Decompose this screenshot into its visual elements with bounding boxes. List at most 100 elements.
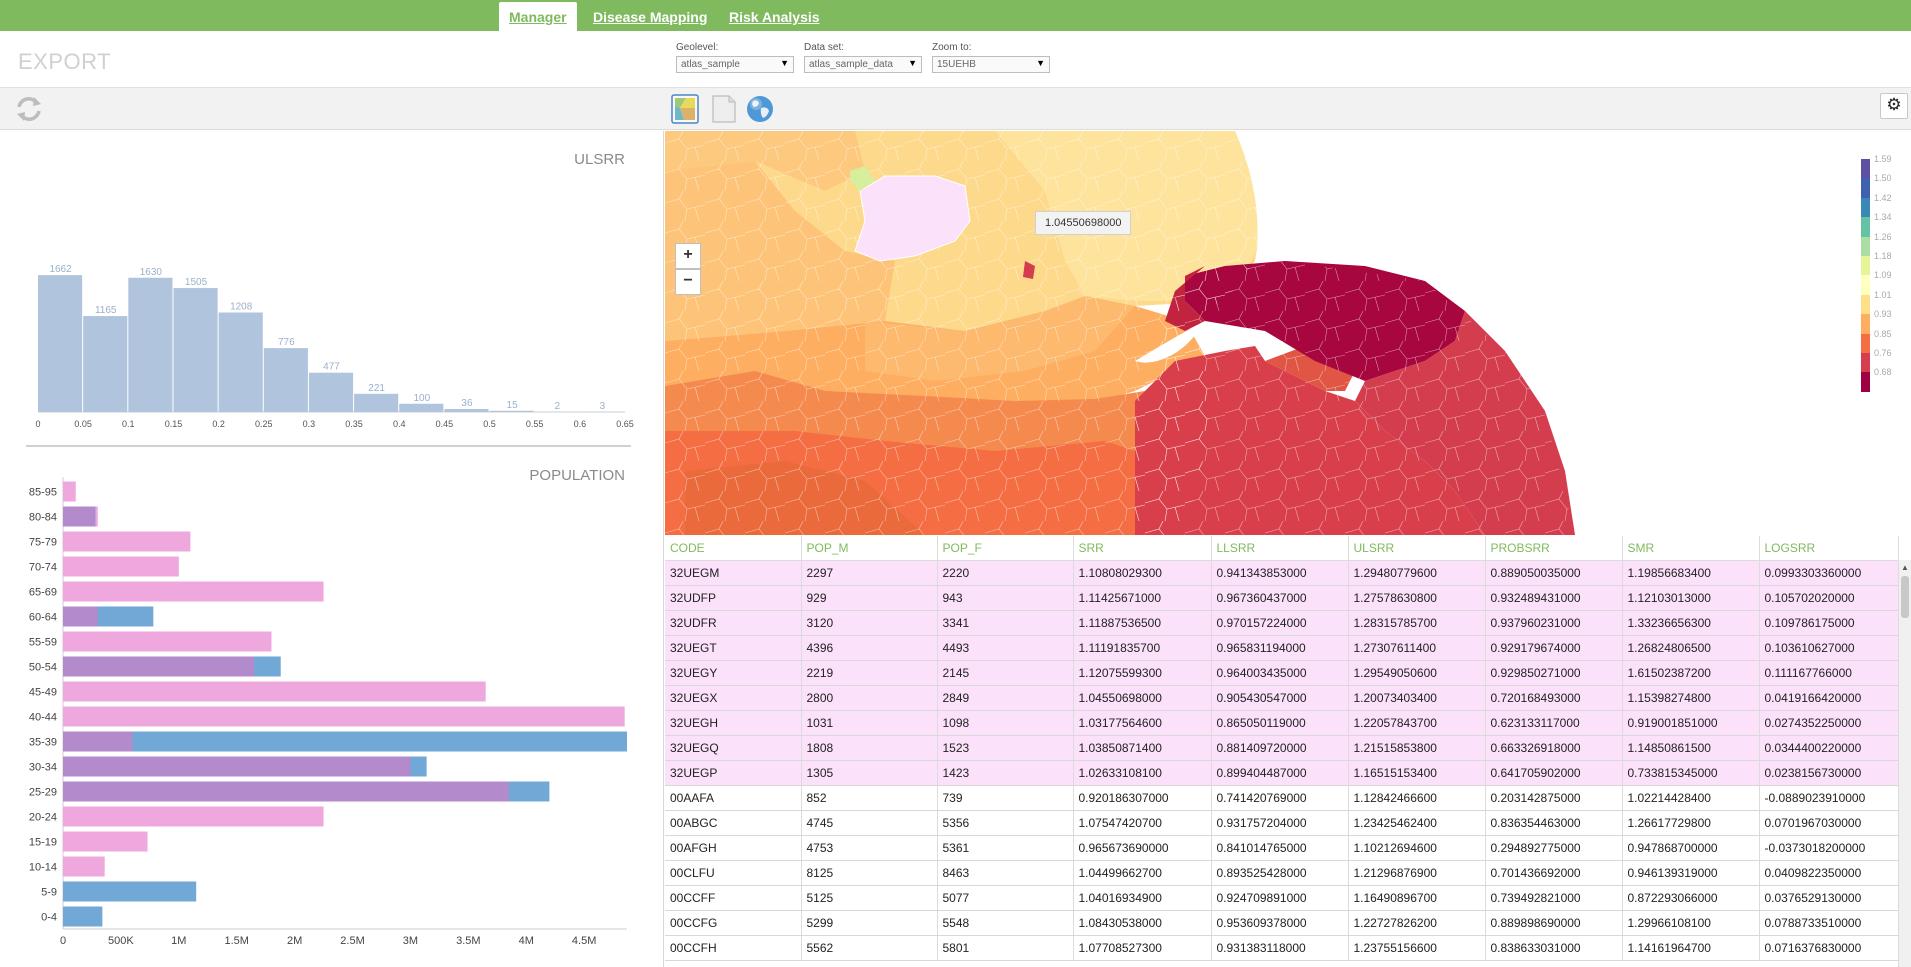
population-bar-female[interactable] xyxy=(63,531,191,552)
column-header-smr[interactable]: SMR xyxy=(1622,536,1760,561)
table-row[interactable]: 32UEGT 4396 4493 1.11191835700 0.96583119400… xyxy=(665,635,1899,661)
table-row[interactable]: 32UEGM 2297 2220 1.10808029300 0.94134385300… xyxy=(665,560,1899,586)
population-bar-female[interactable] xyxy=(63,831,148,852)
population-bar-male[interactable] xyxy=(63,731,627,752)
dataset-select[interactable]: atlas_sample_data ▼ xyxy=(804,56,922,73)
choropleth-map[interactable]: + − 1.04550698000 1.59 1.50 1.42 1.34 1.26 1.… xyxy=(665,131,1911,535)
histogram-tick-label: 0.35 xyxy=(345,419,363,429)
population-bar-female[interactable] xyxy=(63,581,324,602)
zoom-in-button[interactable]: + xyxy=(675,243,701,269)
refresh-button[interactable] xyxy=(14,94,44,124)
column-header-pop-m[interactable]: POP_M xyxy=(801,536,938,561)
geolevel-select[interactable]: atlas_sample ▼ xyxy=(676,56,794,73)
histogram-bar[interactable] xyxy=(83,316,128,412)
legend-label: 1.18 xyxy=(1874,250,1892,261)
population-bar-female[interactable] xyxy=(63,806,324,827)
table-row[interactable]: 00CCFH 5562 5801 1.07708527300 0.93138311800… xyxy=(665,935,1899,961)
document-view-button[interactable] xyxy=(710,94,738,124)
population-bar-overlap[interactable] xyxy=(63,656,255,677)
population-bar-male[interactable] xyxy=(63,906,103,927)
column-header-pop-f[interactable]: POP_F xyxy=(937,536,1074,561)
header: EXPORT Geolevel: atlas_sample ▼ Data set… xyxy=(0,31,1911,88)
population-bar-overlap[interactable] xyxy=(63,731,133,752)
population-bar-female[interactable] xyxy=(63,631,272,652)
table-row[interactable]: 00AFGH 4753 5361 0.965673690000 0.8410147650… xyxy=(665,835,1899,861)
table-row[interactable]: 32UEGX 2800 2849 1.04550698000 0.90543054700… xyxy=(665,685,1899,711)
histogram-bar[interactable] xyxy=(399,403,444,412)
histogram-bar[interactable] xyxy=(218,312,263,412)
legend-label: 0.93 xyxy=(1874,309,1892,320)
table-cell: 32UEGH xyxy=(665,710,802,736)
table-row[interactable]: 32UDFP 929 943 1.11425671000 0.967360437000 1… xyxy=(665,585,1899,611)
table-cell: 0.932489431000 xyxy=(1485,585,1623,611)
population-bar-overlap[interactable] xyxy=(63,781,509,802)
population-bar-overlap[interactable] xyxy=(63,756,411,777)
histogram-bar-label: 15 xyxy=(507,400,519,411)
population-bar-male[interactable] xyxy=(63,881,197,902)
histogram-bar[interactable] xyxy=(263,348,308,412)
table-row[interactable]: 00CLFU 8125 8463 1.04499662700 0.89352542800… xyxy=(665,860,1899,886)
population-bar-overlap[interactable] xyxy=(63,606,98,627)
scroll-up-icon[interactable]: ▲ xyxy=(1901,563,1909,572)
table-cell: 0.899404487000 xyxy=(1211,760,1349,786)
histogram-bar[interactable] xyxy=(38,275,83,412)
table-row[interactable]: 00CCFG 5299 5548 1.08430538000 0.95360937800… xyxy=(665,910,1899,936)
table-row[interactable]: 32UEGQ 1808 1523 1.03850871400 0.88140972000… xyxy=(665,735,1899,761)
table-row[interactable]: 00AAFA 852 739 0.920186307000 0.741420769000… xyxy=(665,785,1899,811)
settings-button[interactable]: ⚙ xyxy=(1880,93,1908,119)
table-cell: 852 xyxy=(801,785,938,811)
table-scrollbar[interactable]: ▲ xyxy=(1898,560,1911,967)
table-cell: 00CLFU xyxy=(665,860,802,886)
table-row[interactable]: 00CCFF 5125 5077 1.04016934900 0.92470989100… xyxy=(665,885,1899,911)
column-header-probsrr[interactable]: PROBSRR xyxy=(1485,536,1623,561)
table-cell: 0.0993303360000 xyxy=(1759,560,1899,586)
chevron-down-icon: ▼ xyxy=(908,58,917,68)
table-cell: 0.836354463000 xyxy=(1485,810,1623,836)
table-cell: 1.22727826200 xyxy=(1348,910,1486,936)
table-row[interactable]: 32UEGH 1031 1098 1.03177564600 0.86505011900… xyxy=(665,710,1899,736)
scrollbar-thumb[interactable] xyxy=(1901,576,1909,618)
histogram-bar-label: 1505 xyxy=(185,277,208,288)
choropleth-view-button[interactable] xyxy=(671,94,699,124)
histogram-bar[interactable] xyxy=(354,393,399,412)
tab-manager[interactable]: Manager xyxy=(499,2,577,31)
histogram-bar[interactable] xyxy=(308,372,354,412)
population-bar-female[interactable] xyxy=(63,706,625,727)
histogram-bar[interactable] xyxy=(173,288,218,412)
column-header-code[interactable]: CODE xyxy=(665,536,802,561)
legend-swatch xyxy=(1861,352,1870,373)
map-tooltip: 1.04550698000 xyxy=(1035,211,1132,235)
column-header-srr[interactable]: SRR xyxy=(1073,536,1212,561)
table-row[interactable]: 00ABGC 4745 5356 1.07547420700 0.93175720400… xyxy=(665,810,1899,836)
zoom-out-button[interactable]: − xyxy=(675,269,701,295)
histogram-bar[interactable] xyxy=(444,409,489,412)
table-cell: 1.14850861500 xyxy=(1622,735,1760,761)
histogram-bar-label: 1208 xyxy=(230,302,253,313)
table-cell: 1.29480779600 xyxy=(1348,560,1486,586)
table-row[interactable]: 32UEGY 2219 2145 1.12075599300 0.96400343500… xyxy=(665,660,1899,686)
column-header-ulsrr[interactable]: ULSRR xyxy=(1348,536,1486,561)
table-row[interactable]: 32UEGP 1305 1423 1.02633108100 0.89940448700… xyxy=(665,760,1899,786)
population-bar-female[interactable] xyxy=(63,681,486,702)
table-row[interactable]: 32UDFR 3120 3341 1.11887536500 0.97015722400… xyxy=(665,610,1899,636)
map-canvas[interactable] xyxy=(665,131,1911,535)
legend-label: 0.76 xyxy=(1874,347,1892,358)
population-bar-overlap[interactable] xyxy=(63,506,96,527)
histogram-bar[interactable] xyxy=(128,277,173,412)
globe-view-button[interactable] xyxy=(745,94,775,124)
table-cell: 1.11887536500 xyxy=(1073,610,1212,636)
table-cell: 1.12103013000 xyxy=(1622,585,1760,611)
population-bar-female[interactable] xyxy=(63,481,76,502)
table-cell: 1.10212694600 xyxy=(1348,835,1486,861)
tab-risk-analysis[interactable]: Risk Analysis xyxy=(729,2,820,31)
population-tick-label: 1.5M xyxy=(224,935,248,947)
histogram-bar[interactable] xyxy=(489,410,534,412)
table-cell: 1.14161964700 xyxy=(1622,935,1760,961)
zoom-to-select[interactable]: 15UEHB ▼ xyxy=(932,56,1050,73)
column-header-logsrr[interactable]: LOGSRR xyxy=(1759,536,1899,561)
legend-swatch xyxy=(1861,275,1870,295)
column-header-llsrr[interactable]: LLSRR xyxy=(1211,536,1349,561)
tab-disease-mapping[interactable]: Disease Mapping xyxy=(593,2,707,31)
population-bar-female[interactable] xyxy=(63,556,179,577)
population-bar-female[interactable] xyxy=(63,856,105,877)
